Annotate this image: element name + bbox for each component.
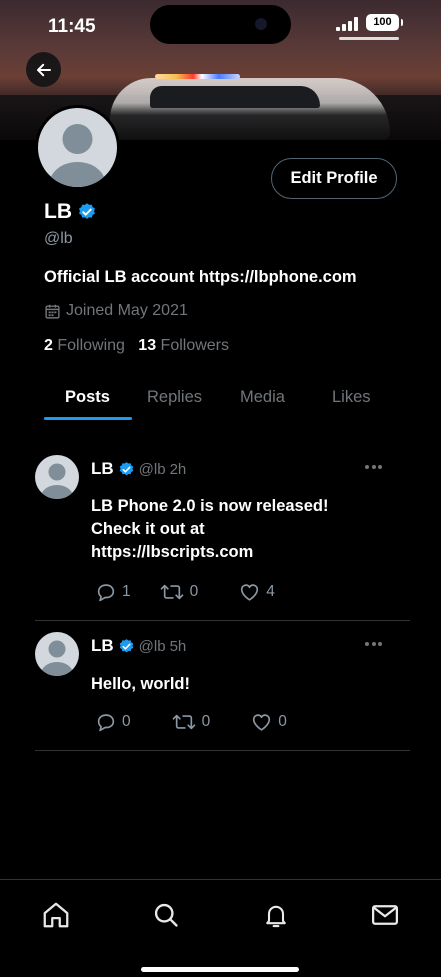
verified-badge-icon — [119, 461, 133, 475]
calendar-icon — [45, 304, 60, 319]
dynamic-island — [150, 5, 291, 44]
repost-button[interactable]: 0 — [171, 711, 210, 733]
follow-stats: 2 Following 13 Followers — [44, 337, 229, 355]
post-avatar[interactable] — [35, 632, 79, 676]
post-text: LB Phone 2.0 is now released! Check it o… — [91, 497, 329, 561]
post-actions: 0 0 0 — [95, 711, 287, 733]
reply-button[interactable]: 0 — [95, 711, 131, 733]
edit-profile-button[interactable]: Edit Profile — [271, 158, 397, 199]
status-time: 11:45 — [48, 16, 96, 37]
battery-icon: 100 — [366, 14, 403, 31]
post-divider — [35, 750, 410, 751]
followers-link[interactable]: 13 Followers — [138, 337, 229, 354]
bell-icon — [266, 905, 286, 928]
verified-badge-icon — [79, 203, 95, 219]
more-dots-icon[interactable] — [363, 465, 382, 469]
post-divider — [35, 620, 410, 621]
back-button[interactable] — [26, 52, 61, 87]
profile-handle: @lb — [44, 230, 73, 247]
post-header: LB @lb 2h — [91, 459, 186, 479]
like-button[interactable]: 4 — [238, 581, 275, 603]
profile-name: LB — [44, 200, 72, 223]
joined-text: Joined May 2021 — [66, 302, 188, 319]
reply-bubble-icon — [97, 584, 115, 602]
search-icon — [154, 903, 178, 927]
default-avatar-icon — [41, 463, 73, 499]
post-header: LB @lb 5h — [91, 636, 186, 656]
following-link[interactable]: 2 Following — [44, 337, 125, 354]
post-time: 2h — [169, 460, 187, 478]
repost-button[interactable]: 0 — [159, 581, 198, 603]
default-avatar-icon — [41, 640, 73, 676]
home-icon — [43, 902, 69, 928]
tab-likes[interactable]: Likes — [332, 388, 371, 407]
profile-name-row: LB — [44, 200, 97, 224]
verified-badge-icon — [119, 638, 133, 652]
post-author-name: LB — [91, 636, 114, 655]
heart-icon — [253, 714, 271, 731]
post-handle: @lb — [138, 637, 166, 655]
signal-icon — [336, 17, 362, 31]
heart-icon — [241, 584, 259, 601]
post-avatar[interactable] — [35, 455, 79, 499]
screen-indicator — [339, 37, 399, 40]
reply-bubble-icon — [97, 714, 115, 732]
post-author-name: LB — [91, 459, 114, 478]
like-button[interactable]: 0 — [250, 711, 287, 733]
repost-icon — [172, 714, 195, 730]
tab-posts[interactable]: Posts — [65, 388, 110, 407]
reply-button[interactable]: 1 — [95, 581, 131, 603]
active-tab-indicator — [44, 417, 132, 420]
nav-notifications[interactable] — [261, 900, 291, 930]
post-text: Hello, world! — [91, 675, 190, 693]
joined-date: Joined May 2021 — [44, 302, 188, 320]
profile-avatar[interactable] — [35, 105, 120, 190]
default-avatar-icon — [49, 124, 106, 187]
arrow-left-icon — [36, 63, 51, 76]
more-dots-icon[interactable] — [363, 642, 382, 646]
post-handle: @lb — [138, 460, 166, 478]
profile-bio: Official LB account https://lbphone.com — [44, 268, 357, 286]
nav-home[interactable] — [41, 900, 71, 930]
home-indicator — [141, 967, 299, 972]
post-time: 5h — [169, 637, 187, 655]
mail-icon — [372, 905, 398, 925]
tab-replies[interactable]: Replies — [147, 388, 202, 407]
repost-icon — [160, 584, 183, 600]
profile-tabs: Posts Replies Media Likes — [44, 388, 404, 422]
tab-media[interactable]: Media — [240, 388, 285, 407]
bottom-navigation — [0, 879, 441, 977]
nav-search[interactable] — [151, 900, 181, 930]
status-bar: 11:45 100 — [0, 0, 441, 54]
nav-messages[interactable] — [370, 900, 400, 930]
post-actions: 1 0 4 — [95, 581, 275, 603]
